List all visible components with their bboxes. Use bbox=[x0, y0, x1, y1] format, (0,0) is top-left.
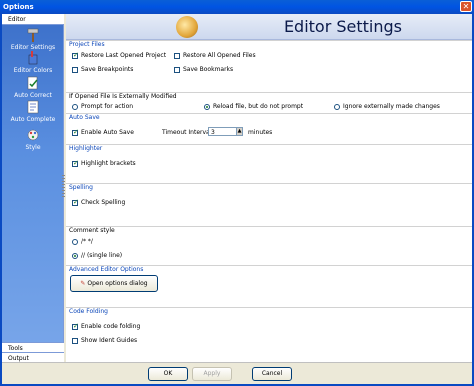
window-title: Options bbox=[3, 3, 34, 11]
page-icon bbox=[27, 100, 39, 114]
section-heading: Highlighter bbox=[69, 145, 103, 152]
enable-auto-save-checkbox[interactable]: Enable Auto Save bbox=[72, 128, 134, 136]
option-label: Restore All Opened Files bbox=[183, 52, 256, 59]
section-advanced-options: Advanced Editor Options ✎ Open options d… bbox=[66, 265, 472, 307]
section-project-files: Project Files Restore Last Opened Projec… bbox=[66, 40, 472, 92]
section-code-folding: Code Folding Enable code folding Show Id… bbox=[66, 307, 472, 362]
check-page-icon bbox=[27, 76, 38, 90]
radio-icon bbox=[334, 103, 340, 110]
dialog-footer: OK Apply Cancel bbox=[2, 362, 472, 384]
section-auto-save: Auto Save Enable Auto Save Timeout Inter… bbox=[66, 113, 472, 142]
option-label: Enable code folding bbox=[81, 323, 141, 330]
radio-icon bbox=[72, 238, 78, 245]
options-dialog-icon: ✎ bbox=[80, 280, 86, 287]
open-options-dialog-button[interactable]: ✎ Open options dialog bbox=[70, 275, 158, 292]
radio-icon bbox=[72, 252, 78, 259]
checkbox-icon bbox=[174, 66, 180, 73]
radio-icon bbox=[204, 103, 210, 110]
paint-icon bbox=[28, 51, 38, 65]
checkbox-icon bbox=[72, 128, 79, 136]
nav-item-label: Auto Complete bbox=[10, 116, 56, 123]
checkbox-icon bbox=[72, 322, 79, 330]
settings-logo-icon bbox=[176, 16, 198, 38]
option-label: Prompt for action bbox=[81, 103, 134, 110]
option-label: // (single line) bbox=[81, 252, 123, 259]
timeout-spinner[interactable]: ▲ bbox=[236, 127, 243, 136]
minutes-label: minutes bbox=[248, 129, 273, 136]
option-label: /* */ bbox=[81, 238, 93, 245]
checkbox-icon bbox=[72, 337, 78, 344]
enable-code-folding-checkbox[interactable]: Enable code folding bbox=[72, 322, 141, 330]
settings-header: Editor Settings bbox=[66, 14, 472, 40]
checkbox-icon bbox=[72, 51, 79, 59]
hammer-icon bbox=[27, 28, 39, 42]
option-label: Save Breakpoints bbox=[81, 66, 134, 73]
single-line-comment-radio[interactable]: // (single line) bbox=[72, 252, 122, 259]
settings-panel: Editor Settings Project Files Restore La… bbox=[66, 14, 472, 362]
option-label: Ignore externally made changes bbox=[343, 103, 440, 110]
nav-item-label: Editor Settings bbox=[10, 44, 56, 51]
page-title: Editor Settings bbox=[283, 17, 402, 36]
button-label: Open options dialog bbox=[87, 280, 148, 287]
block-comment-radio[interactable]: /* */ bbox=[72, 238, 93, 245]
nav-tab-tools[interactable]: Tools bbox=[2, 342, 64, 352]
window-titlebar: Options ✕ bbox=[0, 0, 474, 14]
section-heading: Advanced Editor Options bbox=[69, 266, 144, 273]
close-button[interactable]: ✕ bbox=[460, 1, 472, 12]
nav-item-editor-colors[interactable]: Editor Colors bbox=[2, 51, 64, 74]
section-heading: If Opened File Is Externally Modified bbox=[69, 93, 177, 100]
nav-item-label: Auto Correct bbox=[14, 92, 52, 99]
nav-item-label: Style bbox=[25, 144, 41, 151]
ok-button[interactable]: OK bbox=[148, 367, 188, 381]
nav-item-auto-complete[interactable]: Auto Complete bbox=[2, 100, 64, 123]
section-highlighter: Highlighter Highlight brackets bbox=[66, 144, 472, 184]
section-spelling: Spelling Check Spelling bbox=[66, 183, 472, 227]
left-navigation: Editor Editor Settings Editor Colors Aut… bbox=[2, 14, 64, 362]
save-breakpoints-checkbox[interactable]: Save Breakpoints bbox=[72, 66, 133, 73]
check-spelling-checkbox[interactable]: Check Spelling bbox=[72, 198, 126, 206]
section-heading: Project Files bbox=[69, 41, 105, 48]
section-external-modification: If Opened File Is Externally Modified Pr… bbox=[66, 92, 472, 112]
checkbox-icon bbox=[72, 159, 79, 167]
nav-item-auto-correct[interactable]: Auto Correct bbox=[2, 76, 64, 99]
option-label: Enable Auto Save bbox=[81, 129, 134, 136]
checkbox-icon bbox=[72, 198, 79, 206]
highlight-brackets-checkbox[interactable]: Highlight brackets bbox=[72, 159, 136, 167]
radio-icon bbox=[72, 103, 78, 110]
checkbox-icon bbox=[72, 66, 78, 73]
prompt-for-action-radio[interactable]: Prompt for action bbox=[72, 103, 133, 110]
show-ident-guides-checkbox[interactable]: Show Ident Guides bbox=[72, 337, 137, 344]
option-label: Show Ident Guides bbox=[81, 337, 138, 344]
nav-item-editor-settings[interactable]: Editor Settings bbox=[2, 28, 64, 51]
option-label: Restore Last Opened Project bbox=[81, 52, 167, 59]
cancel-button[interactable]: Cancel bbox=[252, 367, 292, 381]
section-heading: Code Folding bbox=[69, 308, 108, 315]
option-label: Highlight brackets bbox=[81, 160, 136, 167]
splitter-handle[interactable] bbox=[62, 175, 65, 197]
restore-last-project-checkbox[interactable]: Restore Last Opened Project bbox=[72, 51, 167, 59]
option-label: Reload file, but do not prompt bbox=[213, 103, 304, 110]
section-heading: Comment style bbox=[69, 227, 115, 234]
reload-without-prompt-radio[interactable]: Reload file, but do not prompt bbox=[204, 103, 303, 110]
nav-tab-output[interactable]: Output bbox=[2, 352, 64, 362]
timeout-interval-label: Timeout Interval: bbox=[162, 129, 214, 136]
option-label: Save Bookmarks bbox=[183, 66, 234, 73]
nav-item-style[interactable]: Style bbox=[2, 128, 64, 151]
nav-item-label: Editor Colors bbox=[13, 67, 53, 74]
nav-tab-editor[interactable]: Editor bbox=[2, 14, 64, 25]
option-label: Check Spelling bbox=[81, 199, 126, 206]
section-heading: Spelling bbox=[69, 184, 93, 191]
restore-all-files-checkbox[interactable]: Restore All Opened Files bbox=[174, 52, 256, 59]
section-heading: Auto Save bbox=[69, 114, 100, 121]
style-icon bbox=[27, 129, 39, 141]
apply-button[interactable]: Apply bbox=[192, 367, 232, 381]
checkbox-icon bbox=[174, 52, 180, 59]
save-bookmarks-checkbox[interactable]: Save Bookmarks bbox=[174, 66, 233, 73]
ignore-changes-radio[interactable]: Ignore externally made changes bbox=[334, 103, 440, 110]
section-comment-style: Comment style /* */ // (single line) bbox=[66, 226, 472, 266]
